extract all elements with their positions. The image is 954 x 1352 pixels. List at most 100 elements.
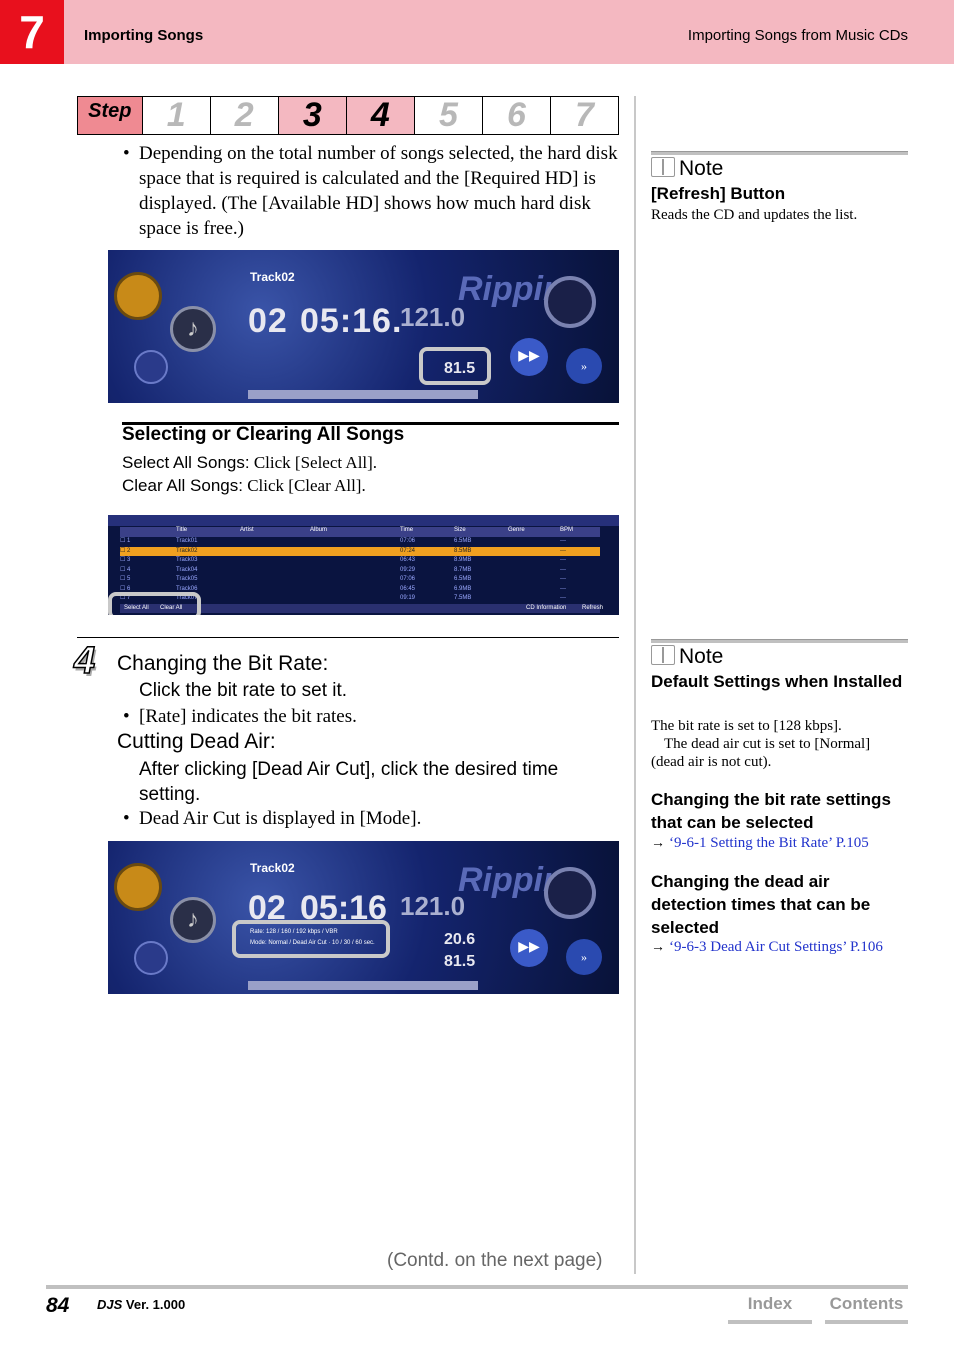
disc-icon <box>114 272 162 320</box>
deadair-text: After clicking [Dead Air Cut], click the… <box>139 759 559 805</box>
row-genre <box>508 585 560 595</box>
row-bpm: --- <box>560 585 566 592</box>
player-available-hd: 20.6 <box>444 931 476 948</box>
select-all-label: Select All Songs: <box>122 453 250 472</box>
row-size: 6.5MB <box>454 538 472 544</box>
table-row[interactable]: ☐ 5 Track05 07:06 6.5MB --- <box>120 575 600 585</box>
column-time: Time <box>400 527 414 533</box>
deadair-settings-link-line: → ‘9-6-3 Dead Air Cut Settings’ P.106 <box>651 938 908 956</box>
row-artist <box>240 566 310 576</box>
section-title: Importing Songs <box>84 27 204 44</box>
bitrate-settings-link-line: → ‘9-6-1 Setting the Bit Rate’ P.105 <box>651 834 908 852</box>
arrow-icon: → <box>651 940 665 955</box>
clear-all-text: Click [Clear All]. <box>247 476 366 495</box>
bitrate-settings-link[interactable]: ‘9-6-1 Setting the Bit Rate’ P.105 <box>669 835 869 851</box>
row-genre <box>508 594 560 604</box>
row-time: 07:24 <box>400 547 416 554</box>
player-track-name: Track02 <box>250 270 295 284</box>
step-3: 3 <box>277 96 346 134</box>
row-genre <box>508 547 560 557</box>
note2-title-text: Note <box>679 645 724 668</box>
table-row[interactable]: ☐ 2 Track02 07:24 8.5MB --- <box>120 546 600 557</box>
index-button[interactable]: Index <box>728 1294 812 1324</box>
row-album <box>310 566 400 576</box>
row-title: Track03 <box>176 557 198 563</box>
row-size: 8.5MB <box>454 547 472 554</box>
player-track-name: Track02 <box>250 861 295 875</box>
deadair-settings-link[interactable]: ‘9-6-3 Dead Air Cut Settings’ P.106 <box>669 939 883 955</box>
clear-all-line: Clear All Songs: Click [Clear All]. <box>122 476 366 496</box>
transfer-icon: » <box>566 348 602 384</box>
deadair-title: Cutting Dead Air: <box>117 730 276 753</box>
row-time: 09:29 <box>400 566 416 573</box>
player-screenshot-rate-mode: ♪ Track02 02 05:16 121.0 Ripping 20.6 81… <box>108 841 619 994</box>
row-checkbox[interactable]: ☐ 4 <box>120 566 176 576</box>
row-size: 8.9MB <box>454 557 472 563</box>
version-info: DJS Ver. 1.000 <box>97 1297 185 1312</box>
row-artist <box>240 575 310 585</box>
rate-mode-highlight <box>232 920 390 958</box>
cd-information-button[interactable]: CD Information <box>526 605 566 611</box>
deadair-bullet-text: Dead Air Cut is displayed in [Mode]. <box>139 808 422 829</box>
row-artist <box>240 585 310 595</box>
row-genre <box>508 556 560 566</box>
intro-bullet-text: Depending on the total number of songs s… <box>139 143 618 239</box>
table-row[interactable]: ☐ 4 Track04 09:29 8.7MB --- <box>120 566 600 576</box>
row-checkbox[interactable]: ☐ 5 <box>120 575 176 585</box>
row-album <box>310 575 400 585</box>
step-6: 6 <box>481 96 550 134</box>
step-1: 1 <box>141 96 210 134</box>
table-row[interactable]: ☐ 1 Track01 07:06 6.5MB --- <box>120 537 600 547</box>
row-time: 06:43 <box>400 557 416 563</box>
column-artist: Artist <box>240 527 254 533</box>
contents-button[interactable]: Contents <box>825 1294 908 1324</box>
row-checkbox[interactable]: ☐ 3 <box>120 556 176 566</box>
player-track-number: 02 <box>248 302 288 340</box>
arrow-icon: → <box>651 836 665 851</box>
list-header-row: Title Artist Album Time Size Genre BPM <box>120 527 600 537</box>
row-artist <box>240 556 310 566</box>
step4-rule <box>77 637 619 638</box>
music-note-icon: ♪ <box>170 897 216 943</box>
row-genre <box>508 575 560 585</box>
row-artist <box>240 547 310 557</box>
deadair-settings-heading: Changing the dead air detection times th… <box>651 872 871 937</box>
list-toolbar <box>108 515 619 526</box>
row-genre <box>508 566 560 576</box>
row-album <box>310 556 400 566</box>
jog-dial-icon <box>544 276 596 328</box>
step4-number: 4 <box>73 639 96 683</box>
play-forward-icon: ▶▶ <box>510 929 548 967</box>
globe-icon <box>134 941 168 975</box>
product-name: DJS <box>97 1297 123 1312</box>
row-title: Track04 <box>176 566 198 573</box>
row-album <box>310 585 400 595</box>
row-artist <box>240 537 310 547</box>
row-time: 07:06 <box>400 538 416 544</box>
row-title: Track05 <box>176 576 198 582</box>
row-genre <box>508 537 560 547</box>
row-size: 6.5MB <box>454 576 472 582</box>
row-title: Track01 <box>176 538 198 544</box>
table-row[interactable]: ☐ 3 Track03 06:43 8.9MB --- <box>120 556 600 566</box>
transport-controls <box>248 981 478 990</box>
step-label: Step <box>78 97 142 134</box>
refresh-button[interactable]: Refresh <box>582 605 603 611</box>
music-note-icon: ♪ <box>170 306 216 352</box>
note1-body: Reads the CD and updates the list. <box>651 207 858 223</box>
footer-rule <box>46 1285 908 1289</box>
required-hd-highlight <box>419 347 491 385</box>
bitrate-title: Changing the Bit Rate: <box>117 652 329 675</box>
row-checkbox[interactable]: ☐ 1 <box>120 537 176 547</box>
row-time: 09:19 <box>400 595 416 601</box>
column-album: Album <box>310 527 328 533</box>
row-album <box>310 537 400 547</box>
book-icon <box>651 157 675 177</box>
disc-icon <box>114 863 162 911</box>
step-2: 2 <box>209 96 278 134</box>
row-title: Track02 <box>176 547 198 554</box>
column-bpm: BPM <box>560 527 574 533</box>
row-checkbox[interactable]: ☐ 2 <box>120 547 176 557</box>
transport-controls <box>248 390 478 399</box>
select-clear-highlight <box>108 592 201 615</box>
